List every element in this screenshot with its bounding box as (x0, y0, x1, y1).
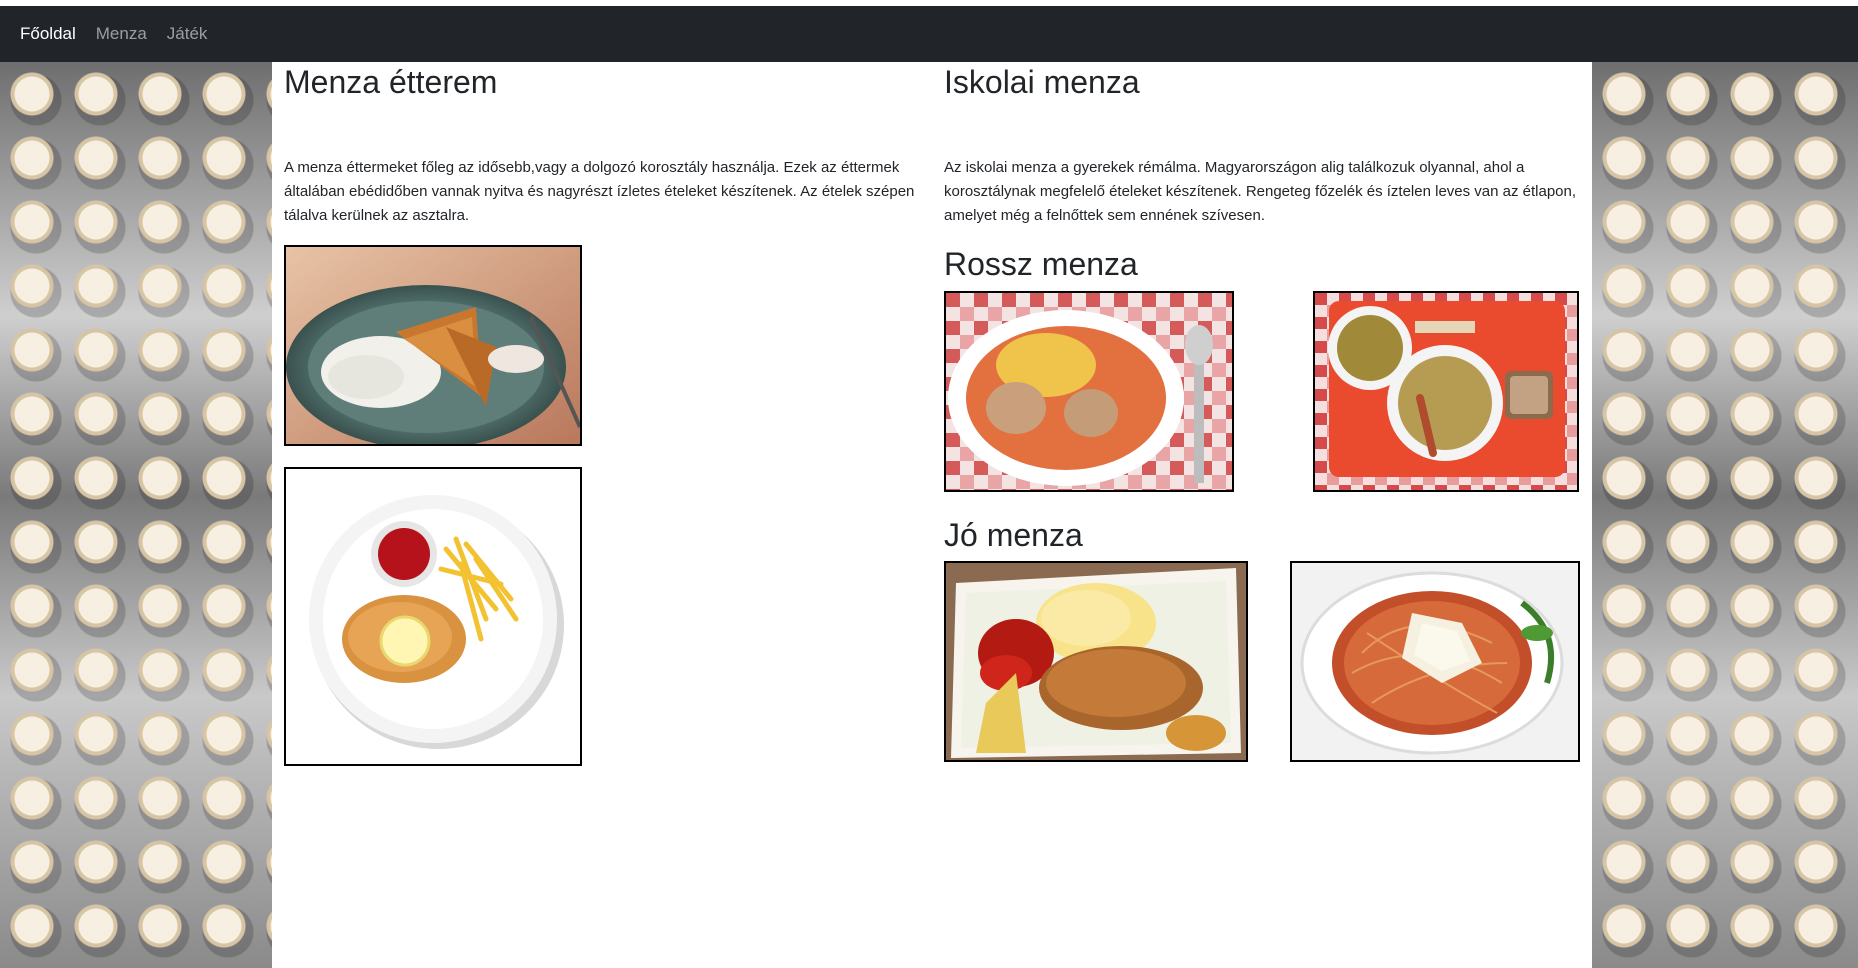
bad-meal-stuffed-pepper-photo (944, 291, 1234, 492)
rossz-menza-heading: Rossz menza (944, 246, 1138, 282)
schnitzel-fries-photo (284, 467, 582, 766)
schnitzel-fries-image (309, 495, 564, 749)
navbar: Főoldal Menza Játék (0, 6, 1858, 62)
menza-etterem-heading: Menza étterem (284, 64, 498, 100)
good-meal-spaghetti-photo (1290, 561, 1580, 762)
soup-tray-image (1315, 293, 1577, 490)
spaghetti-image (1292, 563, 1578, 760)
good-meal-schnitzel-mash-photo (944, 561, 1248, 762)
iskolai-menza-heading: Iskolai menza (944, 64, 1140, 100)
main-content: Menza étterem A menza éttermeket főleg a… (272, 62, 1592, 968)
nav-link-menza[interactable]: Menza (96, 24, 147, 44)
schnitzel-rice-image (286, 247, 580, 444)
jo-menza-heading: Jó menza (944, 517, 1083, 553)
food-pattern-background-right (1592, 62, 1858, 968)
schnitzel-rice-photo (284, 245, 582, 446)
bad-meal-soup-tray-photo (1313, 291, 1579, 492)
nav-link-fooldal[interactable]: Főoldal (20, 24, 76, 44)
stuffed-pepper-image (946, 293, 1232, 490)
schnitzel-mash-image (946, 563, 1246, 760)
nav-link-jatek[interactable]: Játék (167, 24, 208, 44)
menza-etterem-text: A menza éttermeket főleg az idősebb,vagy… (284, 159, 915, 224)
iskolai-menza-text: Az iskolai menza a gyerekek rémálma. Mag… (944, 159, 1577, 224)
food-pattern-background-left (0, 62, 272, 968)
